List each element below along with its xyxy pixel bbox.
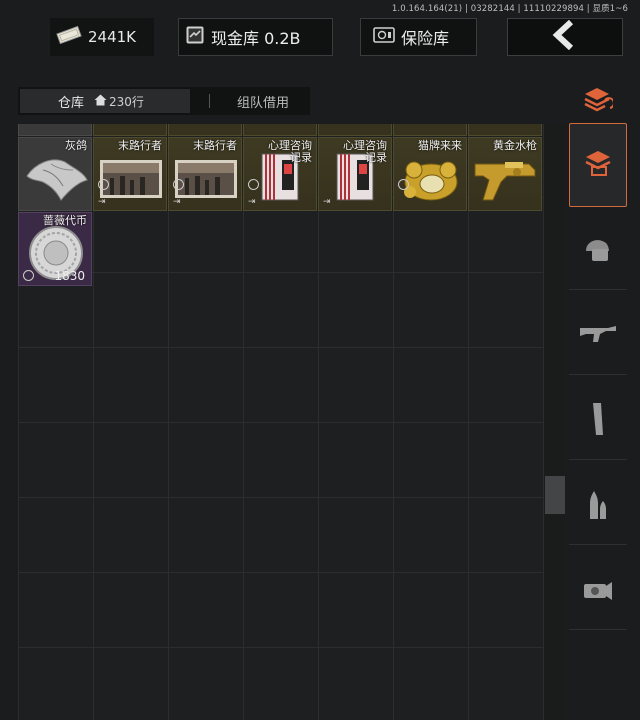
- scope-icon: [582, 576, 614, 606]
- layer-box-icon: [583, 149, 613, 181]
- cash-vault-label: 现金库 0.2B: [211, 29, 301, 48]
- banknote-icon: [56, 25, 82, 49]
- clock-icon: [398, 179, 409, 190]
- sort-button[interactable]: [569, 76, 627, 126]
- item-poster[interactable]: 末路行者 ⇥: [168, 137, 242, 211]
- poster-icon: [100, 160, 162, 198]
- category-sidebar: [569, 76, 640, 720]
- safe-icon: [373, 26, 395, 48]
- category-ammo[interactable]: [569, 467, 627, 545]
- inventory-slot-partial[interactable]: [318, 124, 392, 136]
- exit-marker-icon: ⇥: [323, 197, 331, 207]
- item-name: 末路行者: [118, 139, 162, 152]
- item-name: 猫牌来来: [418, 139, 462, 152]
- category-attachments[interactable]: [569, 552, 627, 630]
- grey-pigeon-icon: [26, 159, 88, 201]
- poster-icon: [175, 160, 237, 198]
- row-count-value: 230行: [109, 94, 144, 109]
- helmet-vest-icon: [582, 235, 614, 267]
- tab-divider: [209, 94, 210, 108]
- scroll-track[interactable]: [545, 124, 565, 720]
- item-name: 蔷薇代币: [43, 214, 87, 227]
- item-name: 心理咨询 记录: [343, 139, 387, 164]
- category-all[interactable]: [569, 123, 627, 207]
- currency-display: 2441K: [50, 18, 154, 56]
- item-counseling-tape[interactable]: 心理咨询 记录 ⇥: [243, 137, 317, 211]
- inventory-grid: 灰鸽 末路行者 ⇥ 末路行者 ⇥ 心理咨询 记录 ⇥ 心理咨询 记录 ⇥ 猫牌来…: [18, 124, 544, 720]
- tab-warehouse-label: 仓库: [58, 95, 85, 111]
- item-poster[interactable]: 末路行者 ⇥: [93, 137, 167, 211]
- inventory-slot-partial[interactable]: [18, 124, 92, 136]
- version-text: 1.0.164.164(21) | 03282144 | 11110229894…: [391, 4, 628, 14]
- rifle-icon: [578, 322, 618, 350]
- back-arrow-icon: [551, 19, 579, 54]
- gold-water-gun-icon: [474, 162, 536, 201]
- item-name: 灰鸽: [65, 139, 87, 152]
- item-name: 末路行者: [193, 139, 237, 152]
- inventory-slot-partial[interactable]: [393, 124, 467, 136]
- gold-cat-icon: [404, 161, 458, 201]
- currency-value: 2441K: [88, 28, 137, 46]
- inventory-slot-partial[interactable]: [168, 124, 242, 136]
- cash-vault-button[interactable]: 现金库 0.2B: [178, 18, 333, 56]
- item-grey-pigeon[interactable]: 灰鸽: [18, 137, 92, 211]
- cash-vault-icon: [185, 25, 205, 49]
- row-count: 230行: [94, 93, 144, 110]
- safe-vault-label: 保险库: [401, 29, 450, 48]
- magazine-icon: [590, 401, 606, 441]
- ammo-icon: [586, 487, 610, 525]
- clock-icon: [23, 270, 34, 281]
- category-magazines[interactable]: [569, 382, 627, 460]
- scrollbar-thumb[interactable]: [545, 476, 565, 514]
- item-name: 心理咨询 记录: [268, 139, 312, 164]
- category-weapons[interactable]: [569, 297, 627, 375]
- clock-icon: [248, 179, 259, 190]
- clock-icon: [98, 179, 109, 190]
- storage-tab-bar: 仓库 230行 组队借用: [18, 87, 310, 115]
- exit-marker-icon: ⇥: [173, 197, 181, 207]
- exit-marker-icon: ⇥: [98, 197, 106, 207]
- exit-marker-icon: ⇥: [248, 197, 256, 207]
- item-name: 黄金水枪: [493, 139, 537, 152]
- back-button[interactable]: [507, 18, 623, 56]
- inventory-slot-partial[interactable]: [93, 124, 167, 136]
- sort-stack-icon: [583, 86, 615, 116]
- tab-team-borrow[interactable]: 组队借用: [222, 89, 304, 113]
- item-quantity: 1830: [54, 269, 85, 283]
- inventory-slot-partial[interactable]: [243, 124, 317, 136]
- tab-warehouse[interactable]: 仓库 230行: [20, 89, 190, 113]
- item-counseling-tape[interactable]: 心理咨询 记录 ⇥: [318, 137, 392, 211]
- clock-icon: [173, 179, 184, 190]
- inventory-slot-partial[interactable]: [468, 124, 542, 136]
- item-rose-coin[interactable]: 蔷薇代币 1830: [18, 212, 92, 286]
- item-gold-cat[interactable]: 猫牌来来: [393, 137, 467, 211]
- home-icon: [94, 94, 107, 109]
- item-gold-water-gun[interactable]: 黄金水枪: [468, 137, 542, 211]
- category-gear[interactable]: [569, 212, 627, 290]
- safe-vault-button[interactable]: 保险库: [360, 18, 477, 56]
